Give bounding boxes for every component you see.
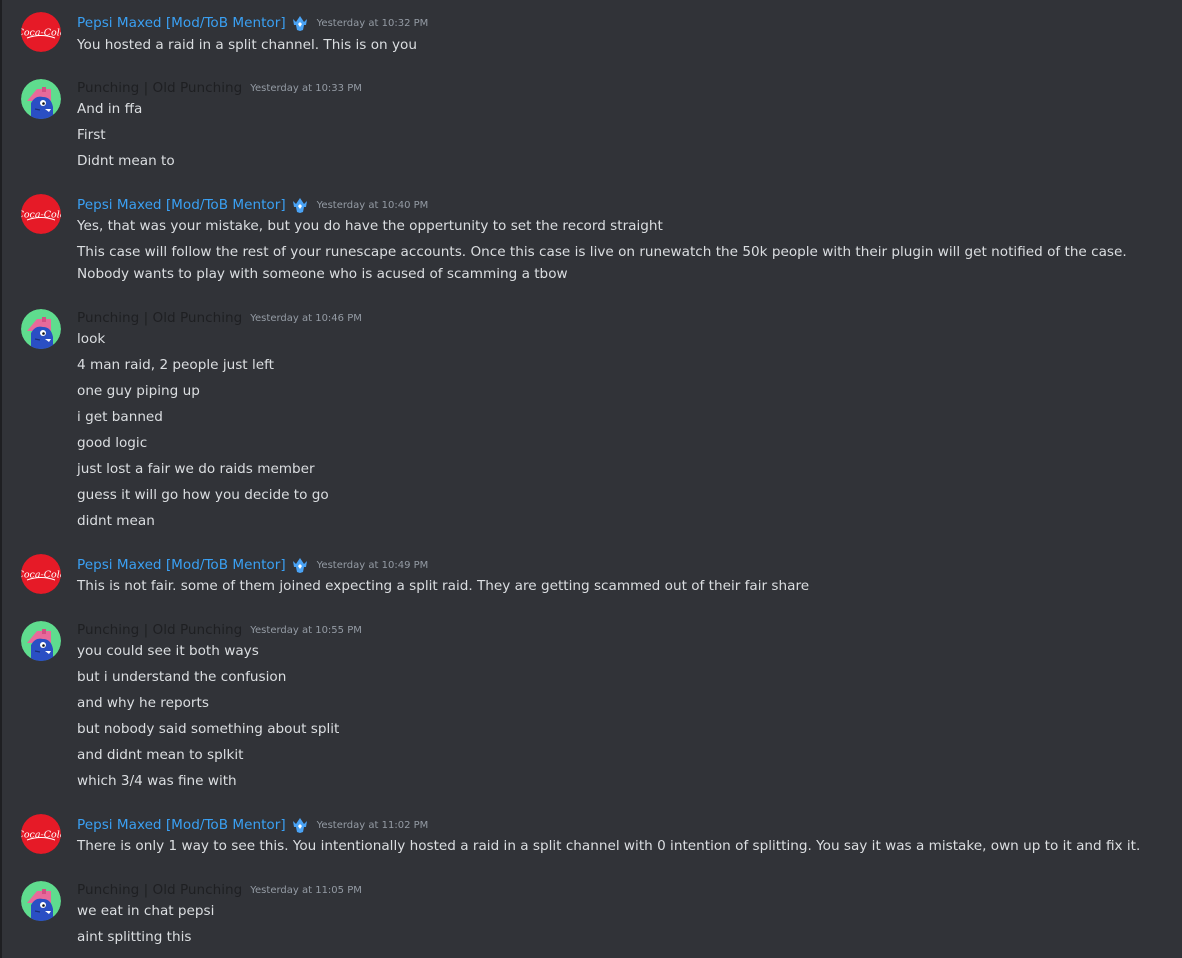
message-text: but i understand the confusion xyxy=(77,669,287,685)
timestamp[interactable]: Yesterday at 11:05 PM xyxy=(250,880,362,902)
message-text: you could see it both ways xyxy=(77,643,259,659)
avatar[interactable]: Coca-Cola xyxy=(21,194,61,234)
username[interactable]: Pepsi Maxed [Mod/ToB Mentor] xyxy=(77,554,286,576)
timestamp[interactable]: Yesterday at 10:46 PM xyxy=(250,308,362,330)
message-text: 4 man raid, 2 people just left xyxy=(77,357,274,373)
message-text: guess it will go how you decide to go xyxy=(77,487,329,503)
svg-text:Coca-Cola: Coca-Cola xyxy=(21,210,61,221)
message-text: This is not fair. some of them joined ex… xyxy=(77,578,810,594)
avatar[interactable] xyxy=(21,79,61,119)
message-text: one guy piping up xyxy=(77,383,200,399)
message-header: Pepsi Maxed [Mod/ToB Mentor] Yesterday a… xyxy=(77,554,428,576)
cartoon-creature-icon xyxy=(21,79,61,119)
svg-text:Coca-Cola: Coca-Cola xyxy=(21,830,61,841)
message-text: good logic xyxy=(77,435,148,451)
message-text: aint splitting this xyxy=(77,929,192,945)
avatar[interactable] xyxy=(21,621,61,661)
username[interactable]: Pepsi Maxed [Mod/ToB Mentor] xyxy=(77,12,286,34)
username[interactable]: Pepsi Maxed [Mod/ToB Mentor] xyxy=(77,194,286,216)
message-text: and didnt mean to splkit xyxy=(77,747,244,763)
avatar[interactable]: Coca-Cola xyxy=(21,814,61,854)
message-text: we eat in chat pepsi xyxy=(77,903,215,919)
message-text: i get banned xyxy=(77,409,163,425)
coca-cola-logo-icon: Coca-Cola xyxy=(21,814,61,854)
username[interactable]: Pepsi Maxed [Mod/ToB Mentor] xyxy=(77,814,286,836)
cartoon-creature-icon xyxy=(21,881,61,921)
message-text: Didnt mean to xyxy=(77,153,175,169)
message-text: Yes, that was your mistake, but you do h… xyxy=(77,218,663,234)
chat-message-list[interactable]: Coca-Cola Pepsi Maxed [Mod/ToB Mentor] Y… xyxy=(0,0,1182,958)
message-header: Punching | Old Punching Yesterday at 10:… xyxy=(77,307,362,329)
svg-text:Coca-Cola: Coca-Cola xyxy=(21,570,61,581)
crown-shield-icon[interactable] xyxy=(291,196,309,214)
message-text: didnt mean xyxy=(77,513,155,529)
cartoon-creature-icon xyxy=(21,309,61,349)
message-text: There is only 1 way to see this. You int… xyxy=(77,838,1141,854)
coca-cola-logo-icon: Coca-Cola xyxy=(21,554,61,594)
avatar[interactable]: Coca-Cola xyxy=(21,554,61,594)
coca-cola-logo-icon: Coca-Cola xyxy=(21,12,61,52)
message-text: This case will follow the rest of your r… xyxy=(77,244,1127,282)
crown-shield-icon[interactable] xyxy=(291,556,309,574)
username[interactable]: Punching | Old Punching xyxy=(77,307,242,329)
username[interactable]: Punching | Old Punching xyxy=(77,879,242,901)
timestamp[interactable]: Yesterday at 11:02 PM xyxy=(317,815,429,837)
username[interactable]: Punching | Old Punching xyxy=(77,77,242,99)
message-text: but nobody said something about split xyxy=(77,721,340,737)
message-text: First xyxy=(77,127,106,143)
message-header: Punching | Old Punching Yesterday at 10:… xyxy=(77,619,362,641)
message-header: Pepsi Maxed [Mod/ToB Mentor] Yesterday a… xyxy=(77,194,428,216)
timestamp[interactable]: Yesterday at 10:32 PM xyxy=(317,13,429,35)
message-header: Punching | Old Punching Yesterday at 10:… xyxy=(77,77,362,99)
avatar[interactable] xyxy=(21,881,61,921)
message-text: And in ffa xyxy=(77,101,143,117)
crown-shield-icon[interactable] xyxy=(291,816,309,834)
svg-text:Coca-Cola: Coca-Cola xyxy=(21,28,61,39)
timestamp[interactable]: Yesterday at 10:33 PM xyxy=(250,78,362,100)
crown-shield-icon[interactable] xyxy=(291,14,309,32)
timestamp[interactable]: Yesterday at 10:55 PM xyxy=(250,620,362,642)
message-text: You hosted a raid in a split channel. Th… xyxy=(77,37,417,53)
message-text: and why he reports xyxy=(77,695,209,711)
cartoon-creature-icon xyxy=(21,621,61,661)
coca-cola-logo-icon: Coca-Cola xyxy=(21,194,61,234)
timestamp[interactable]: Yesterday at 10:49 PM xyxy=(317,555,429,577)
username[interactable]: Punching | Old Punching xyxy=(77,619,242,641)
avatar[interactable] xyxy=(21,309,61,349)
message-text: just lost a fair we do raids member xyxy=(77,461,315,477)
timestamp[interactable]: Yesterday at 10:40 PM xyxy=(317,195,429,217)
avatar[interactable]: Coca-Cola xyxy=(21,12,61,52)
message-header: Pepsi Maxed [Mod/ToB Mentor] Yesterday a… xyxy=(77,814,428,836)
message-text: which 3/4 was fine with xyxy=(77,773,237,789)
message-text: look xyxy=(77,331,106,347)
message-header: Pepsi Maxed [Mod/ToB Mentor] Yesterday a… xyxy=(77,12,428,34)
message-header: Punching | Old Punching Yesterday at 11:… xyxy=(77,879,362,901)
